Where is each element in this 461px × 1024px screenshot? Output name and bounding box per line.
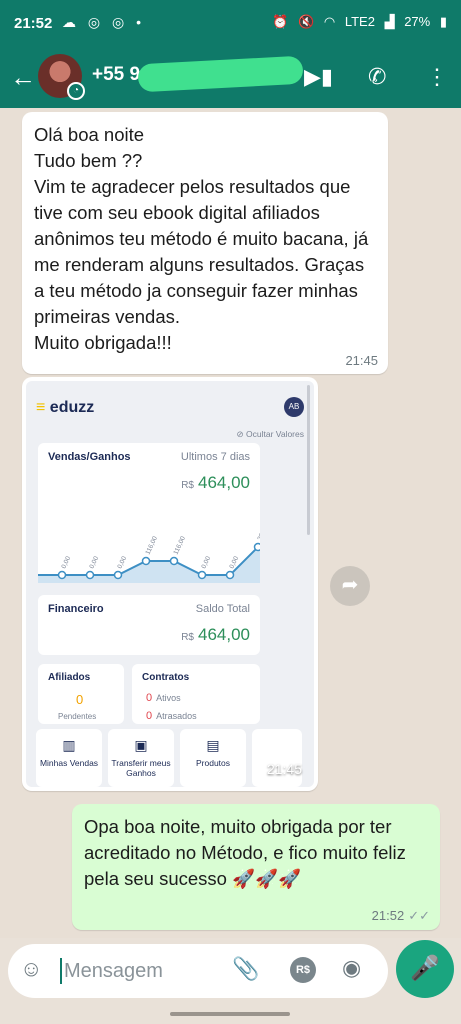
chart-data-label: 116,00	[144, 535, 159, 556]
message-composer: ☺ 📎 R$ ◉	[8, 944, 388, 998]
chart-data-label: 0,00	[60, 555, 72, 570]
chart-data-label: 116,00	[172, 535, 187, 556]
attach-icon[interactable]: 📎	[232, 956, 259, 982]
outgoing-message-text: Opa boa noite, muito obrigada por ter ac…	[84, 816, 406, 889]
contracts-late-label: Atrasados	[156, 711, 197, 721]
outgoing-message-meta: 21:52 ✓✓	[372, 908, 430, 924]
read-ticks-icon: ✓✓	[408, 908, 430, 923]
mute-icon: 🔇	[298, 14, 315, 29]
chart-point	[85, 570, 95, 580]
user-avatar: AB	[284, 397, 304, 417]
outgoing-message-time: 21:52	[371, 908, 405, 923]
incoming-message-text: Olá boa noite Tudo bem ?? Vim te agradec…	[34, 124, 369, 353]
box-icon: ▤	[206, 737, 220, 753]
more-options-icon[interactable]: ⋮	[426, 64, 448, 90]
affiliates-value: 0	[76, 692, 84, 707]
contracts-active-row: 0 Ativos	[146, 692, 181, 704]
affiliates-label: Afiliados	[48, 672, 91, 683]
tile-products-label: Produtos	[195, 758, 231, 768]
finance-label: Financeiro	[48, 603, 104, 615]
chart-point	[169, 556, 179, 566]
notification-icons: ☁ ◎ ◎ •	[62, 14, 146, 30]
sales-card: Vendas/Ganhos Ultimos 7 dias R$ 464,00 0,…	[38, 443, 260, 583]
tile-transfer-label: Transferir meus Ganhos	[111, 758, 171, 778]
forward-icon[interactable]: ➦	[330, 566, 370, 606]
voice-call-icon[interactable]: ✆	[368, 64, 386, 90]
back-arrow-icon[interactable]: ←	[10, 62, 36, 93]
bar-chart-icon: ▥	[62, 737, 76, 753]
status-ring-icon: ◔	[67, 82, 85, 100]
currency-label: R$	[181, 632, 194, 643]
incoming-image-message[interactable]: ≡ eduzz AB ⊘ Ocultar Valores Vendas/Ganh…	[22, 377, 318, 791]
dashboard-screenshot[interactable]: ≡ eduzz AB ⊘ Ocultar Valores Vendas/Ganh…	[26, 381, 314, 787]
status-bar: 21:52 ☁ ◎ ◎ • ⏰ 🔇 ◠ LTE2 ▟ 27% ▮	[0, 0, 461, 50]
logo-text: eduzz	[49, 399, 95, 416]
contact-name[interactable]: +55 9	[92, 64, 140, 86]
sales-label: Vendas/Ganhos	[48, 451, 131, 463]
payment-icon[interactable]: R$	[290, 957, 316, 983]
wallet-icon: ▣	[134, 737, 148, 753]
tile-sales: ▥ Minhas Vendas	[36, 729, 102, 787]
chart-data-label: 0,00	[116, 555, 128, 570]
chart-point	[113, 570, 123, 580]
incoming-message[interactable]: Olá boa noite Tudo bem ?? Vim te agradec…	[22, 112, 388, 374]
contracts-active-value: 0	[146, 692, 153, 704]
chart-point	[253, 542, 260, 552]
battery-level: 27%	[404, 14, 431, 29]
incoming-message-time: 21:45	[345, 353, 378, 368]
gesture-bar	[170, 1012, 290, 1016]
wifi-icon: ◠	[323, 14, 336, 29]
affiliates-sub: Pendentes	[58, 712, 97, 721]
chart-point	[225, 570, 235, 580]
contracts-card: Contratos 0 Ativos 0 Atrasados	[132, 664, 260, 724]
image-message-time: 21:45	[266, 761, 302, 777]
camera-icon[interactable]: ◉	[342, 955, 361, 981]
balance-label: Saldo Total	[195, 603, 250, 615]
finance-card: Financeiro Saldo Total R$ 464,00	[38, 595, 260, 655]
sales-chart: 0,00 0,00 0,00116,00 116,000,00 0,00232,00	[38, 521, 260, 583]
screenshot-topbar: ≡ eduzz AB	[36, 395, 304, 423]
shortcut-tiles: ▥ Minhas Vendas ▣ Transferir meus Ganhos ▤…	[36, 727, 314, 787]
emoji-icon[interactable]: ☺	[20, 956, 42, 982]
screenshot-scrollbar	[307, 385, 310, 535]
screenshot-status-bar	[26, 381, 314, 391]
contracts-late-row: 0 Atrasados	[146, 710, 197, 722]
tile-more	[252, 729, 302, 787]
contracts-active-label: Ativos	[156, 693, 181, 703]
tile-products: ▤ Produtos	[180, 729, 246, 787]
contracts-label: Contratos	[142, 672, 190, 683]
tile-transfer: ▣ Transferir meus Ganhos	[108, 729, 174, 787]
battery-icon: ▮	[439, 14, 447, 29]
affiliates-card: Afiliados 0 Pendentes	[38, 664, 124, 724]
mic-icon: 🎤	[410, 955, 440, 982]
status-right: ⏰ 🔇 ◠ LTE2 ▟ 27% ▮	[266, 14, 447, 30]
chart-data-label: 232,00	[256, 521, 260, 542]
status-time: 21:52	[14, 15, 53, 32]
chart-data-label: 0,00	[88, 555, 100, 570]
alarm-icon: ⏰	[272, 14, 289, 29]
hide-values-link: ⊘ Ocultar Valores	[237, 429, 304, 440]
period-label: Ultimos 7 dias	[180, 451, 250, 463]
chart-point	[141, 556, 151, 566]
eye-off-icon: ⊘	[236, 429, 244, 439]
tile-sales-label: Minhas Vendas	[39, 758, 99, 768]
message-input[interactable]	[60, 958, 220, 984]
outgoing-message[interactable]: Opa boa noite, muito obrigada por ter ac…	[72, 804, 440, 930]
contracts-late-value: 0	[146, 710, 153, 722]
chart-point	[57, 570, 67, 580]
hide-values-label: Ocultar Valores	[246, 429, 304, 439]
finance-amount-value: 464,00	[198, 625, 250, 644]
eduzz-logo: ≡ eduzz	[36, 399, 95, 416]
finance-amount: R$ 464,00	[181, 625, 250, 645]
mic-button[interactable]: 🎤	[396, 940, 454, 998]
chart-data-label: 0,00	[200, 555, 212, 570]
video-call-icon[interactable]: ▶▮	[304, 64, 333, 90]
network-label: LTE2	[344, 14, 375, 29]
signal-icon: ▟	[384, 14, 395, 29]
chart-point	[197, 570, 207, 580]
